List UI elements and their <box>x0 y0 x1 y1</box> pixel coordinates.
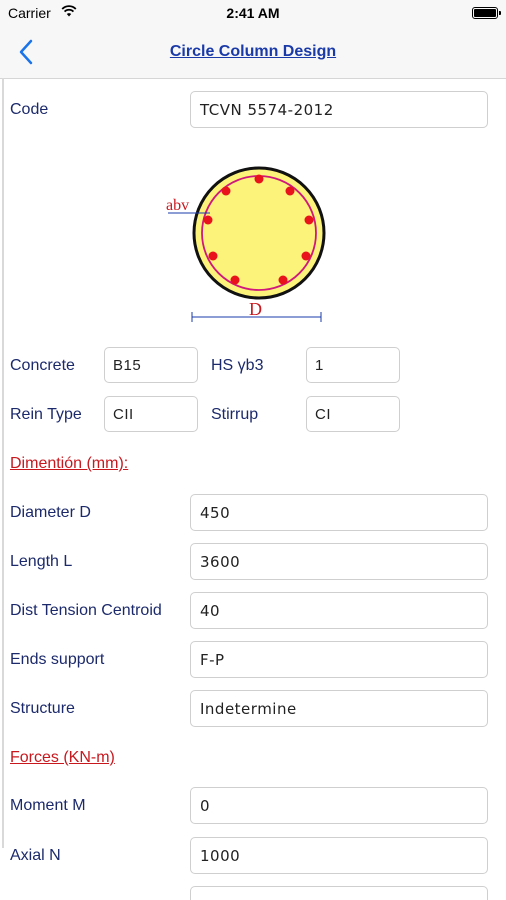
rebar <box>285 186 295 196</box>
navigation-bar: Circle Column Design <box>0 26 506 79</box>
left-divider <box>2 78 4 848</box>
dist-tension-label: Dist Tension Centroid <box>10 602 162 619</box>
ends-support-field[interactable]: F-P <box>190 641 488 678</box>
moment-field[interactable]: 0 <box>190 787 488 824</box>
rebar <box>208 251 218 261</box>
rebar <box>254 174 264 184</box>
column-section-diagram: abv D <box>166 166 326 322</box>
diameter-field[interactable]: 450 <box>190 494 488 531</box>
status-bar: Carrier 2:41 AM <box>0 0 506 26</box>
length-label: Length L <box>10 553 73 570</box>
rebar <box>278 275 288 285</box>
diameter-label: Diameter D <box>10 504 91 521</box>
code-field[interactable]: TCVN 5574-2012 <box>190 91 488 128</box>
rebar <box>304 215 314 225</box>
page-title: Circle Column Design <box>169 43 337 60</box>
stirrup-label: Stirrup <box>211 406 259 423</box>
rein-type-label: Rein Type <box>10 406 82 423</box>
hs-field[interactable]: 1 <box>306 347 400 383</box>
rein-type-field[interactable]: CII <box>104 396 198 432</box>
forces-heading: Forces (KN-m) <box>10 749 115 766</box>
rebar <box>301 251 311 261</box>
rebar <box>203 215 213 225</box>
length-field[interactable]: 3600 <box>190 543 488 580</box>
moment-label: Moment M <box>10 797 86 814</box>
dist-tension-field[interactable]: 40 <box>190 592 488 629</box>
axial-field[interactable]: 1000 <box>190 837 488 874</box>
d-label: D <box>249 299 262 319</box>
structure-label: Structure <box>10 700 75 717</box>
rebar <box>230 275 240 285</box>
next-field[interactable] <box>190 886 488 900</box>
ends-support-label: Ends support <box>10 651 105 668</box>
concrete-field[interactable]: B15 <box>104 347 198 383</box>
concrete-label: Concrete <box>10 357 75 374</box>
clock: 2:41 AM <box>226 5 280 21</box>
concrete-section <box>192 166 326 300</box>
abv-label: abv <box>166 197 189 214</box>
hs-label: HS γb3 <box>211 357 264 374</box>
stirrup-field[interactable]: CI <box>306 396 400 432</box>
rebar <box>221 186 231 196</box>
axial-label: Axial N <box>10 847 61 864</box>
battery-icon <box>472 7 501 19</box>
structure-field[interactable]: Indetermine <box>190 690 488 727</box>
code-label: Code <box>10 101 49 118</box>
dimension-heading: Dimentión (mm): <box>10 455 129 472</box>
